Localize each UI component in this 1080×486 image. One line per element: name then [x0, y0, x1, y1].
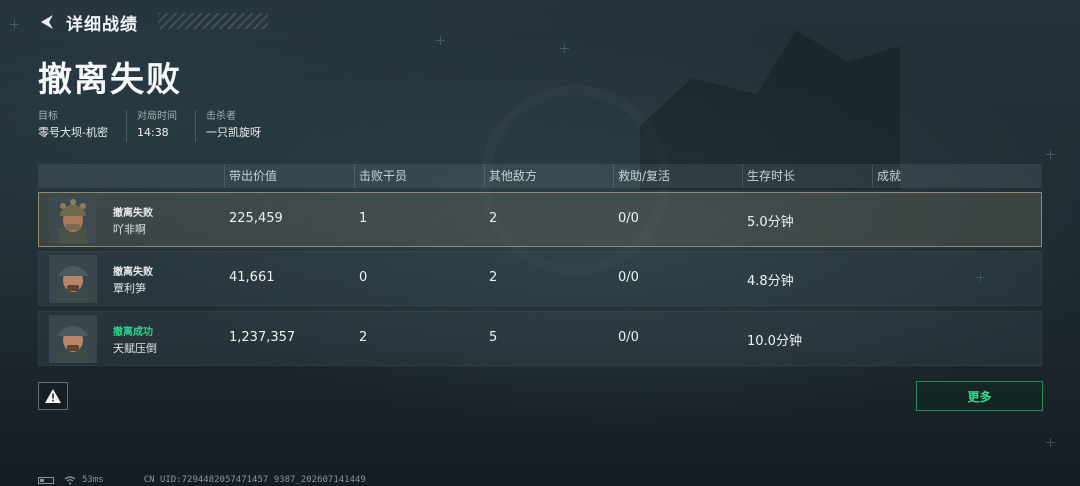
header-other-enemies: 其他敌方 — [484, 164, 613, 188]
battery-icon — [38, 476, 54, 484]
hud-plus-icon — [1046, 150, 1055, 159]
hud-plus-icon — [1046, 438, 1055, 447]
cell-survival-time: 5.0分钟 — [747, 215, 794, 230]
header-kills: 击败干员 — [354, 164, 484, 188]
hud-plus-icon — [436, 36, 445, 45]
header-value: 带出价值 — [224, 164, 354, 188]
cell-other-enemies: 2 — [489, 211, 498, 226]
info-value: 一只凯旋呀 — [205, 126, 261, 139]
player-status: 撤离失败 — [113, 267, 153, 278]
header-stripes — [158, 13, 268, 29]
header-survival-time: 生存时长 — [742, 164, 872, 188]
cell-value: 1,237,357 — [229, 330, 296, 345]
cell-kills: 1 — [359, 211, 368, 226]
cell-other-enemies: 2 — [489, 270, 498, 285]
ping-readout: 53ms — [82, 475, 104, 485]
cell-revive: 0/0 — [618, 270, 639, 285]
cell-value: 41,661 — [229, 270, 275, 285]
header-title: 详细战绩 — [66, 14, 138, 35]
match-info: 目标 零号大坝-机密 对局时间 14:38 击杀者 一只凯旋呀 — [38, 110, 289, 142]
avatar — [49, 255, 97, 303]
info-match-time: 对局时间 14:38 — [137, 110, 196, 142]
table-row[interactable]: 撤离失败 覃利笋 41,661 0 2 0/0 4.8分钟 — [38, 251, 1042, 306]
table-row[interactable]: 撤离成功 天赋压倒 1,237,357 2 5 0/0 10.0分钟 — [38, 311, 1042, 366]
player-name: 吖非啊 — [113, 223, 146, 236]
cell-survival-time: 4.8分钟 — [747, 274, 794, 289]
cell-revive: 0/0 — [618, 211, 639, 226]
cell-kills: 0 — [359, 270, 368, 285]
status-bar: 53ms CN UID:7294482057471457 9387_202607… — [38, 474, 366, 486]
info-killer: 击杀者 一只凯旋呀 — [206, 110, 279, 142]
cell-survival-time: 10.0分钟 — [747, 334, 802, 349]
cell-other-enemies: 5 — [489, 330, 498, 345]
hud-plus-icon — [560, 44, 569, 53]
table-row[interactable]: 撤离失败 吖非啊 225,459 1 2 0/0 5.0分钟 — [38, 192, 1042, 247]
player-status: 撤离失败 — [113, 208, 153, 219]
info-label: 对局时间 — [136, 111, 177, 122]
uid-text: CN UID:7294482057471457 9387_20260714144… — [143, 475, 366, 485]
result-title: 撤离失败 — [38, 60, 182, 100]
warning-triangle-icon — [45, 389, 61, 403]
wifi-icon — [64, 475, 76, 485]
player-name: 覃利笋 — [113, 282, 146, 295]
cell-kills: 2 — [359, 330, 368, 345]
report-button[interactable] — [38, 382, 68, 410]
info-target: 目标 零号大坝-机密 — [38, 110, 127, 142]
table-header: 带出价值 击败干员 其他敌方 救助/复活 生存时长 成就 — [38, 164, 1042, 188]
header-achievement: 成就 — [872, 164, 1042, 188]
player-name: 天赋压倒 — [113, 342, 157, 355]
player-status: 撤离成功 — [113, 327, 153, 338]
header: 详细战绩 — [38, 10, 268, 35]
cell-value: 225,459 — [229, 211, 283, 226]
info-value: 零号大坝-机密 — [38, 126, 108, 139]
cell-revive: 0/0 — [618, 330, 639, 345]
back-chevron-icon[interactable] — [38, 13, 56, 31]
avatar — [49, 315, 97, 363]
info-label: 击杀者 — [205, 111, 236, 122]
info-label: 目标 — [38, 111, 58, 122]
header-revive: 救助/复活 — [613, 164, 742, 188]
more-button[interactable]: 更多 — [916, 381, 1043, 411]
hud-plus-icon — [10, 20, 19, 29]
info-value: 14:38 — [136, 126, 169, 139]
avatar — [49, 196, 97, 244]
